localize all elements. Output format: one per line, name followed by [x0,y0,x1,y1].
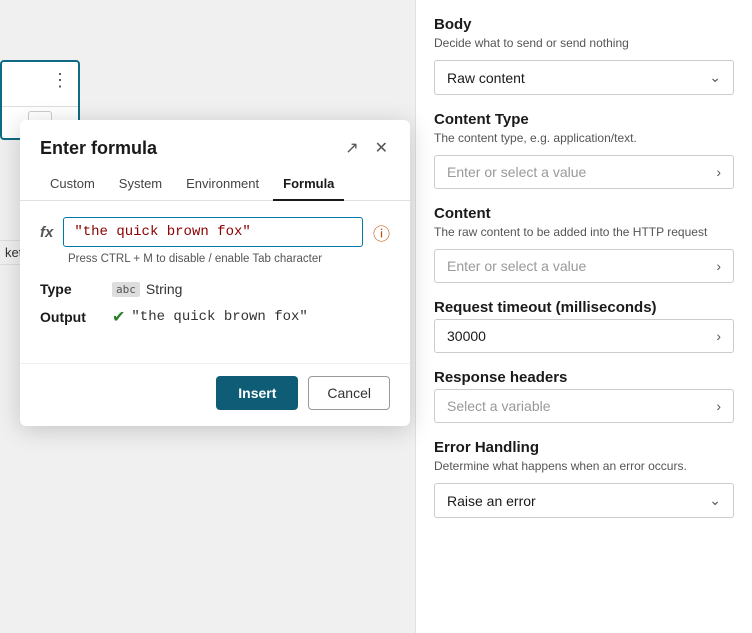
error-dropdown-arrow-icon: ⌄ [709,492,721,509]
body-dropdown[interactable]: Raw content ⌄ [434,60,734,95]
error-title: Error Handling [434,439,734,456]
content-type-title: Content Type [434,111,734,128]
content-section: Content The raw content to be added into… [434,205,734,283]
tab-system[interactable]: System [109,168,172,201]
timeout-chevron-icon: › [716,328,721,344]
tab-custom[interactable]: Custom [40,168,105,201]
formula-input-row: fx ⓘ [40,217,390,247]
content-type-placeholder: Enter or select a value [447,164,586,180]
content-chevron-icon: › [716,258,721,274]
body-dropdown-arrow-icon: ⌄ [709,69,721,86]
content-subtitle: The raw content to be added into the HTT… [434,225,734,239]
tab-environment[interactable]: Environment [176,168,269,201]
formula-input[interactable] [63,217,363,247]
formula-hint: Press CTRL + M to disable / enable Tab c… [68,253,390,265]
content-type-chevron-icon: › [716,164,721,180]
timeout-section: Request timeout (milliseconds) 30000 › [434,299,734,353]
content-type-subtitle: The content type, e.g. application/text. [434,131,734,145]
body-subtitle: Decide what to send or send nothing [434,36,734,50]
response-title: Response headers [434,369,734,386]
content-title: Content [434,205,734,222]
content-type-section: Content Type The content type, e.g. appl… [434,111,734,189]
timeout-title: Request timeout (milliseconds) [434,299,734,316]
enter-formula-dialog: Enter formula ↗ ✕ Custom System Environm… [20,120,410,426]
body-title: Body [434,16,734,33]
close-button[interactable]: ✕ [373,136,390,160]
content-placeholder: Enter or select a value [447,258,586,274]
response-chevron-icon: › [716,398,721,414]
type-row: Type abc String [40,281,390,297]
dialog-footer: Insert Cancel [20,363,410,426]
dialog-body: fx ⓘ Press CTRL + M to disable / enable … [20,201,410,363]
right-panel: Body Decide what to send or send nothing… [415,0,752,633]
error-dropdown-text: Raise an error [447,493,536,509]
dialog-header-icons: ↗ ✕ [343,136,390,160]
output-label: Output [40,309,100,325]
output-text: "the quick brown fox" [131,309,307,325]
body-section: Body Decide what to send or send nothing… [434,16,734,95]
type-text: String [146,281,183,297]
timeout-input[interactable]: 30000 › [434,319,734,353]
string-type-icon: abc [112,282,140,297]
cancel-button[interactable]: Cancel [308,376,390,410]
error-section: Error Handling Determine what happens wh… [434,439,734,518]
expand-button[interactable]: ↗ [343,136,360,160]
info-icon: ⓘ [373,220,390,245]
output-row: Output ✔ "the quick brown fox" [40,307,390,327]
content-type-input[interactable]: Enter or select a value › [434,155,734,189]
body-dropdown-text: Raw content [447,70,525,86]
dialog-header: Enter formula ↗ ✕ [20,120,410,168]
dialog-tabs: Custom System Environment Formula [20,168,410,201]
type-label: Type [40,281,100,297]
type-value: abc String [112,281,182,297]
dialog-title: Enter formula [40,138,157,159]
output-value: ✔ "the quick brown fox" [112,307,308,327]
content-input[interactable]: Enter or select a value › [434,249,734,283]
tab-formula[interactable]: Formula [273,168,344,201]
error-subtitle: Determine what happens when an error occ… [434,459,734,473]
canvas-area: ⋮ › ket Enter formula ↗ ✕ Custom System … [0,0,415,633]
response-input[interactable]: Select a variable › [434,389,734,423]
error-dropdown[interactable]: Raise an error ⌄ [434,483,734,518]
response-section: Response headers Select a variable › [434,369,734,423]
check-icon: ✔ [112,307,125,327]
fx-label: fx [40,224,53,241]
formula-meta: Type abc String Output ✔ "the quick brow… [40,281,390,327]
response-placeholder: Select a variable [447,398,551,414]
timeout-value: 30000 [447,328,486,344]
insert-button[interactable]: Insert [216,376,298,410]
node-dots-icon: ⋮ [51,70,70,91]
